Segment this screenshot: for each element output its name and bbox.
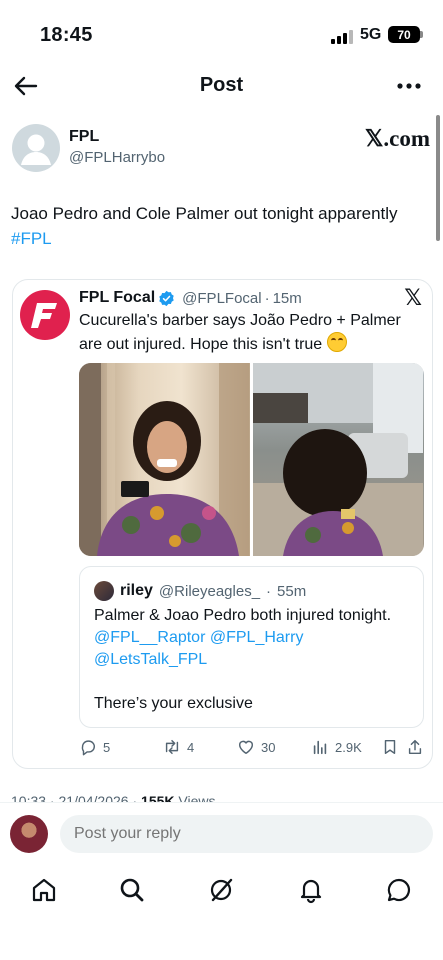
- home-icon[interactable]: [30, 876, 58, 904]
- quoted-name[interactable]: FPL Focal: [79, 289, 155, 307]
- mention-link[interactable]: @LetsTalk_FPL: [94, 651, 207, 668]
- network-type: 5G: [360, 26, 382, 43]
- battery-icon: 70: [388, 26, 420, 43]
- verified-badge-icon: [159, 290, 174, 306]
- user-avatar[interactable]: [10, 815, 48, 853]
- scrollbar[interactable]: [436, 115, 440, 241]
- xcom-watermark: 𝕏.com: [364, 126, 430, 151]
- nested-avatar[interactable]: [94, 581, 114, 601]
- nav-header: Post: [0, 68, 443, 104]
- reply-button[interactable]: 5: [79, 738, 110, 756]
- nested-header: riley @Rileyeagles_ · 55m: [94, 581, 306, 601]
- repost-icon: [165, 739, 179, 755]
- share-button[interactable]: [406, 738, 424, 756]
- nested-separator: ·: [266, 582, 272, 600]
- nested-text: Palmer & Joao Pedro both injured tonight…: [94, 605, 414, 671]
- battery-level: 70: [397, 27, 411, 42]
- views-button[interactable]: 2.9K: [311, 738, 362, 756]
- x-logo-icon: 𝕏: [404, 286, 422, 311]
- author-avatar[interactable]: [12, 124, 60, 172]
- bookmark-icon: [384, 739, 396, 755]
- reply-bar: [0, 802, 443, 862]
- reply-count: 5: [103, 739, 111, 755]
- laughing-emoji-icon: [326, 332, 347, 352]
- photo-haircut[interactable]: [253, 363, 424, 556]
- bottom-tab-bar: [0, 866, 443, 926]
- repost-count: 4: [187, 739, 195, 755]
- search-icon[interactable]: [118, 876, 146, 904]
- quoted-media[interactable]: [79, 363, 424, 556]
- quoted-text: Cucurella's barber says João Pedro + Pal…: [79, 310, 419, 356]
- quoted-post[interactable]: FPL Focal @FPLFocal · 15m 𝕏 Cucurella's …: [12, 279, 433, 769]
- quoted-body: Cucurella's barber says João Pedro + Pal…: [79, 312, 401, 353]
- status-time: 18:45: [40, 24, 93, 46]
- post-body: Joao Pedro and Cole Palmer out tonight a…: [11, 204, 398, 223]
- heart-icon: [238, 740, 254, 755]
- share-icon: [408, 739, 422, 755]
- grok-icon[interactable]: [207, 876, 235, 904]
- photo-man-smiling[interactable]: [79, 363, 250, 556]
- page-title: Post: [199, 74, 244, 96]
- author-name[interactable]: FPL: [69, 128, 99, 146]
- post-text: Joao Pedro and Cole Palmer out tonight a…: [11, 201, 431, 251]
- nested-body: Palmer & Joao Pedro both injured tonight…: [94, 607, 392, 624]
- reply-input[interactable]: [60, 815, 433, 853]
- post-author: FPL @FPLHarrybo 𝕏.com: [12, 124, 432, 174]
- views-icon: [313, 740, 327, 755]
- fpl-focal-avatar[interactable]: [20, 290, 70, 340]
- like-button[interactable]: 30: [237, 738, 275, 756]
- quoted-separator: ·: [264, 289, 270, 307]
- home-indicator: [150, 945, 293, 950]
- quoted-time: 15m: [272, 289, 302, 307]
- battery-cap: [420, 31, 423, 38]
- more-options-icon[interactable]: [394, 76, 424, 96]
- view-count: 2.9K: [335, 739, 362, 755]
- quoted-header: FPL Focal @FPLFocal · 15m: [79, 289, 302, 307]
- author-handle[interactable]: @FPLHarrybo: [69, 149, 165, 166]
- messages-icon[interactable]: [385, 876, 413, 904]
- post-actions: 5 4 30 2.9K: [79, 738, 424, 762]
- repost-button[interactable]: 4: [163, 738, 194, 756]
- like-count: 30: [261, 739, 276, 755]
- reply-icon: [81, 740, 95, 756]
- nested-closing: There’s your exclusive: [94, 695, 253, 712]
- bookmark-button[interactable]: [381, 738, 399, 756]
- nested-handle[interactable]: @Rileyeagles_: [159, 583, 260, 600]
- nested-quoted-post[interactable]: riley @Rileyeagles_ · 55m Palmer & Joao …: [79, 566, 424, 728]
- hashtag-link[interactable]: #FPL: [11, 229, 52, 248]
- signal-icon: [331, 30, 353, 44]
- notifications-icon[interactable]: [297, 876, 325, 904]
- mention-link[interactable]: @FPL_Harry: [210, 629, 304, 646]
- status-bar: 18:45 5G 70: [0, 0, 443, 70]
- nested-time: 55m: [277, 582, 307, 600]
- quoted-handle[interactable]: @FPLFocal: [182, 290, 261, 307]
- mention-link[interactable]: @FPL__Raptor: [94, 629, 205, 646]
- nested-name[interactable]: riley: [120, 582, 153, 600]
